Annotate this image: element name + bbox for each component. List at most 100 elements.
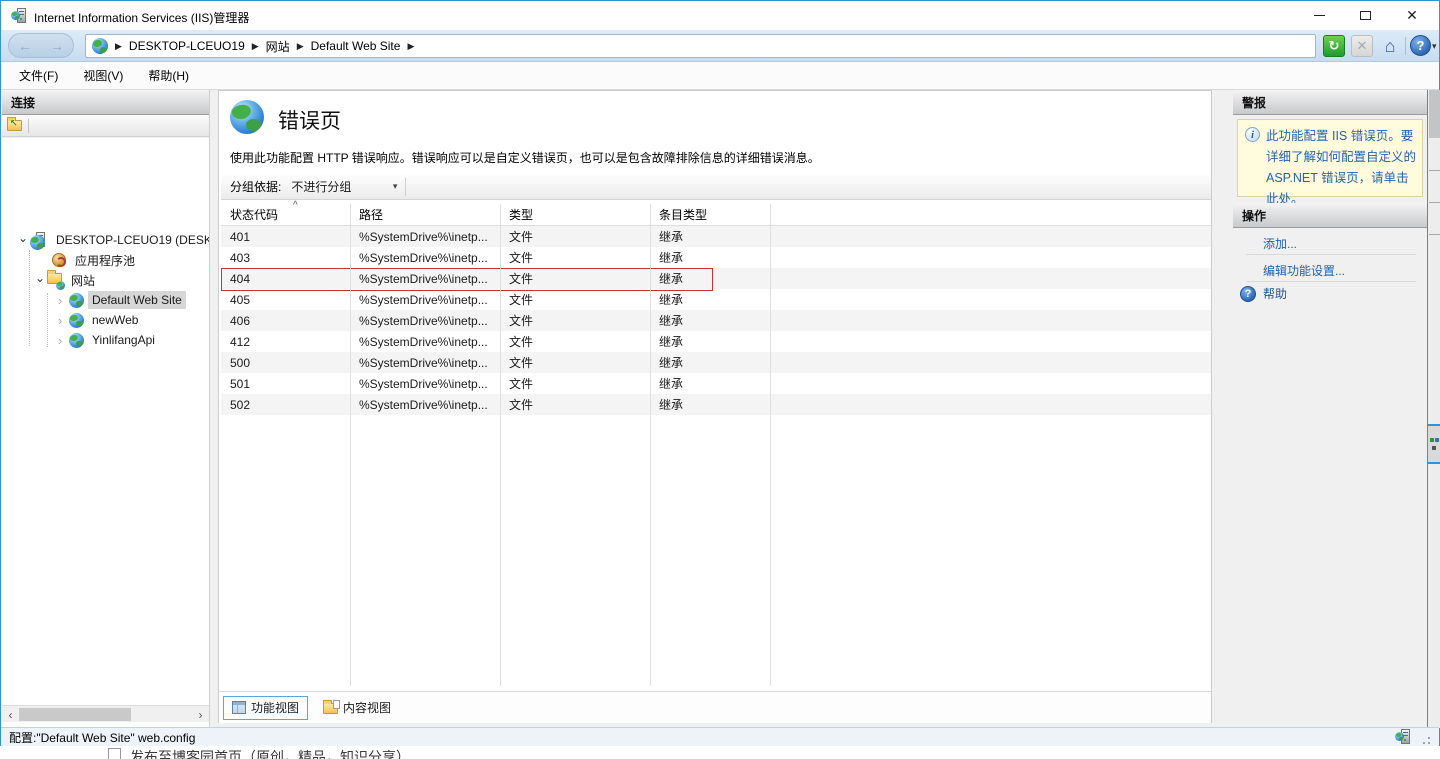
tab-features-view[interactable]: 功能视图 xyxy=(223,696,308,720)
table-row[interactable]: 501 %SystemDrive%\inetp... 文件 继承 xyxy=(221,373,1211,394)
connections-sidebar: 连接 ↖ ⌄ DESKTOP-LCEUO19 (DESKT xyxy=(2,90,210,728)
table-row[interactable]: 406 %SystemDrive%\inetp... 文件 继承 xyxy=(221,310,1211,331)
background-checkbox[interactable] xyxy=(108,748,121,759)
error-pages-list: 401 %SystemDrive%\inetp... 文件 继承 403 %Sy… xyxy=(221,226,1211,415)
cell-type: 文件 xyxy=(500,312,650,329)
table-row[interactable]: 405 %SystemDrive%\inetp... 文件 继承 xyxy=(221,289,1211,310)
scroll-right-icon[interactable]: › xyxy=(192,706,209,723)
cell-type: 文件 xyxy=(500,249,650,266)
edit-feature-settings-link[interactable]: 编辑功能设置... xyxy=(1263,262,1345,279)
menu-item[interactable]: 文件(F) xyxy=(19,67,58,84)
cell-type: 文件 xyxy=(500,228,650,245)
minimize-icon xyxy=(1314,15,1325,16)
menu-item[interactable]: 视图(V) xyxy=(83,67,123,84)
chevron-expanded-icon[interactable]: ⌄ xyxy=(35,271,47,285)
status-bar: 配置:"Default Web Site" web.config xyxy=(1,727,1439,746)
cell-type: 文件 xyxy=(500,375,650,392)
tree-guide-line xyxy=(29,250,30,346)
actions-header: 操作 xyxy=(1233,203,1427,228)
back-button[interactable]: ← xyxy=(18,39,32,53)
chevron-expanded-icon[interactable]: ⌄ xyxy=(18,231,30,245)
chevron-collapsed-icon[interactable]: › xyxy=(58,293,69,308)
edge-line xyxy=(1429,202,1440,203)
tree-item-sites[interactable]: ⌄ 网站 xyxy=(35,270,99,290)
cell-type: 文件 xyxy=(500,354,650,371)
cell-path: %SystemDrive%\inetp... xyxy=(350,377,500,391)
cell-entry-type: 继承 xyxy=(650,270,770,287)
cell-type: 文件 xyxy=(500,396,650,413)
tree-item-label: DESKTOP-LCEUO19 (DESKT xyxy=(52,231,209,249)
column-header-status-code[interactable]: 状态代码^ xyxy=(221,206,350,223)
table-row[interactable]: 500 %SystemDrive%\inetp... 文件 继承 xyxy=(221,352,1211,373)
refresh-button[interactable]: ↻ xyxy=(1323,35,1345,57)
tab-content-view[interactable]: 内容视图 xyxy=(314,696,400,720)
toolbar-separator xyxy=(28,119,29,133)
column-header-path[interactable]: 路径 xyxy=(350,206,500,223)
table-row[interactable]: 502 %SystemDrive%\inetp... 文件 继承 xyxy=(221,394,1211,415)
breadcrumb-separator-icon: ▶ xyxy=(297,41,304,52)
menu-item[interactable]: 帮助(H) xyxy=(148,67,189,84)
save-connection-icon[interactable]: ↖ xyxy=(7,120,22,131)
forward-button[interactable]: → xyxy=(50,39,64,53)
chevron-collapsed-icon[interactable]: › xyxy=(58,333,69,348)
cell-status-code: 404 xyxy=(221,272,350,286)
tree-item-default-web-site[interactable]: › Default Web Site xyxy=(58,290,186,310)
chevron-collapsed-icon[interactable]: › xyxy=(58,313,69,328)
tree-item-app-pools[interactable]: 应用程序池 xyxy=(52,250,139,270)
tree-item-label: Default Web Site xyxy=(88,291,186,309)
scrollbar-thumb[interactable] xyxy=(19,708,131,721)
breadcrumb-server[interactable]: DESKTOP-LCEUO19 xyxy=(129,39,245,53)
title-bar: Internet Information Services (IIS)管理器 ✕ xyxy=(1,1,1439,30)
table-row[interactable]: 404 %SystemDrive%\inetp... 文件 继承 xyxy=(221,268,1211,289)
nav-buttons: ← → xyxy=(8,33,74,58)
error-pages-feature-view: 错误页 使用此功能配置 HTTP 错误响应。错误响应可以是自定义错误页，也可以是… xyxy=(218,90,1212,723)
tab-label: 功能视图 xyxy=(251,699,299,716)
cell-type: 文件 xyxy=(500,333,650,350)
features-view-icon xyxy=(232,701,246,714)
dropdown-caret-icon: ▾ xyxy=(393,181,398,192)
help-dropdown-caret-icon[interactable]: ▾ xyxy=(1432,41,1437,52)
cell-status-code: 406 xyxy=(221,314,350,328)
stop-button[interactable]: ✕ xyxy=(1351,35,1373,57)
cell-status-code: 500 xyxy=(221,356,350,370)
sort-ascending-icon: ^ xyxy=(293,200,298,211)
connections-header: 连接 xyxy=(2,90,209,115)
connections-tree: ⌄ DESKTOP-LCEUO19 (DESKT 应用程序池 ⌄ 网站 xyxy=(2,138,209,759)
help-link[interactable]: ? 帮助 xyxy=(1240,285,1287,302)
tree-item-label: 应用程序池 xyxy=(71,250,139,271)
resize-grip[interactable] xyxy=(1418,732,1430,744)
cell-path: %SystemDrive%\inetp... xyxy=(350,230,500,244)
close-button[interactable]: ✕ xyxy=(1395,1,1429,30)
scroll-left-icon[interactable]: ‹ xyxy=(2,706,19,723)
table-row[interactable]: 403 %SystemDrive%\inetp... 文件 继承 xyxy=(221,247,1211,268)
add-link[interactable]: 添加... xyxy=(1263,235,1297,252)
cell-path: %SystemDrive%\inetp... xyxy=(350,272,500,286)
group-by-dropdown[interactable]: 不进行分组 ▾ xyxy=(291,178,401,195)
home-button[interactable]: ⌂ xyxy=(1379,35,1401,57)
column-header-type[interactable]: 类型 xyxy=(500,206,650,223)
menu-bar: 文件(F) 视图(V) 帮助(H) xyxy=(1,62,1439,90)
maximize-button[interactable] xyxy=(1348,1,1382,30)
site-globe-icon xyxy=(69,333,84,348)
help-button[interactable]: ? xyxy=(1410,35,1431,56)
cell-status-code: 401 xyxy=(221,230,350,244)
address-bar[interactable]: ▶ DESKTOP-LCEUO19 ▶ 网站 ▶ Default Web Sit… xyxy=(85,34,1316,58)
breadcrumb-sites[interactable]: 网站 xyxy=(266,38,290,55)
tree-item-yinlifangapi[interactable]: › YinlifangApi xyxy=(58,330,159,350)
column-header-entry-type[interactable]: 条目类型 xyxy=(650,206,770,223)
breadcrumb-current-site[interactable]: Default Web Site xyxy=(311,39,401,53)
table-row[interactable]: 412 %SystemDrive%\inetp... 文件 继承 xyxy=(221,331,1211,352)
page-description: 使用此功能配置 HTTP 错误响应。错误响应可以是自定义错误页，也可以是包含故障… xyxy=(230,149,1200,166)
table-row[interactable]: 401 %SystemDrive%\inetp... 文件 继承 xyxy=(221,226,1211,247)
edge-line xyxy=(1429,170,1440,171)
tree-item-newweb[interactable]: › newWeb xyxy=(58,310,142,330)
minimize-button[interactable] xyxy=(1302,1,1336,30)
tree-item-label: 网站 xyxy=(67,270,99,291)
right-edge-strip xyxy=(1427,90,1440,728)
maximize-icon xyxy=(1360,11,1371,20)
cell-path: %SystemDrive%\inetp... xyxy=(350,314,500,328)
sidebar-horizontal-scrollbar[interactable]: ‹ › xyxy=(2,705,209,722)
connections-toolbar: ↖ xyxy=(2,115,209,137)
tree-item-server[interactable]: ⌄ DESKTOP-LCEUO19 (DESKT xyxy=(18,230,209,250)
alert-link-text[interactable]: 此功能配置 IIS 错误页。要详细了解如何配置自定义的 ASP.NET 错误页，… xyxy=(1266,126,1418,210)
